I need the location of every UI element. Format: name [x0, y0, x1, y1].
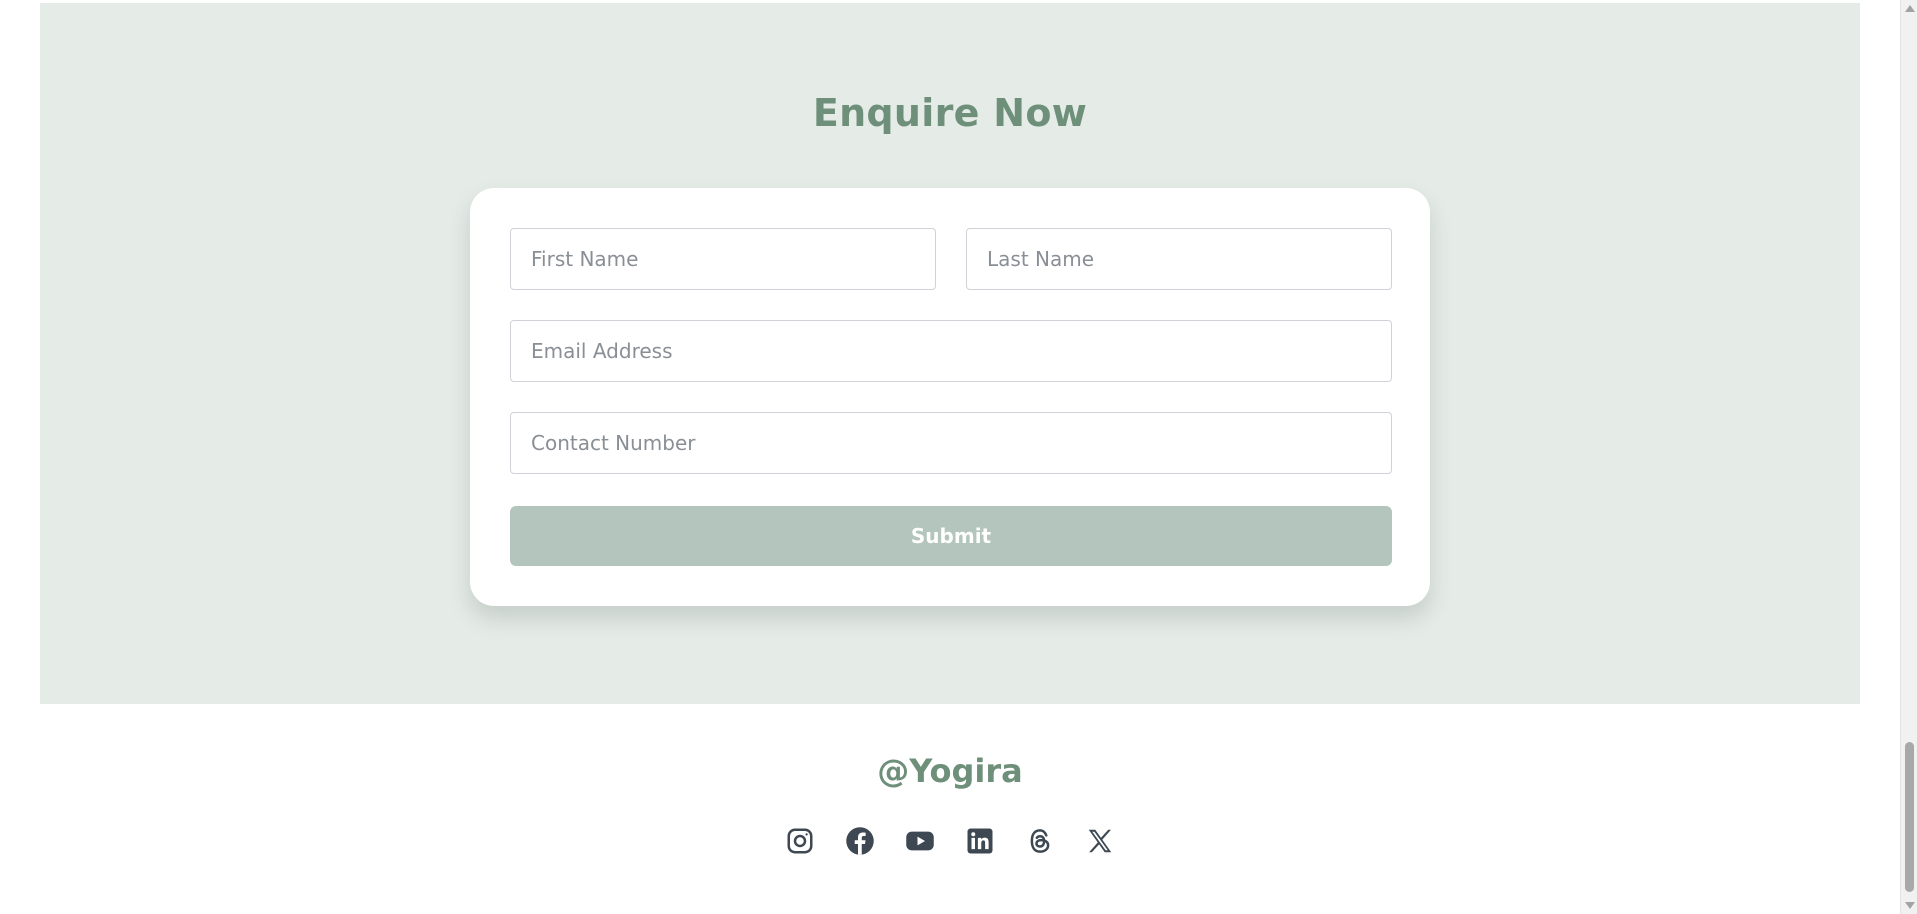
social-links: [40, 826, 1860, 860]
enquiry-form: Submit: [470, 188, 1430, 606]
instagram-link[interactable]: [785, 826, 815, 856]
submit-button[interactable]: Submit: [510, 506, 1392, 566]
x-icon: [1088, 829, 1112, 853]
threads-link[interactable]: [1025, 826, 1055, 856]
youtube-icon: [906, 831, 934, 851]
linkedin-link[interactable]: [965, 826, 995, 856]
enquire-title: Enquire Now: [812, 91, 1088, 135]
email-input[interactable]: [510, 320, 1392, 382]
vertical-scrollbar[interactable]: [1900, 0, 1917, 914]
enquire-section: Enquire Now Submit: [40, 3, 1860, 704]
youtube-link[interactable]: [905, 826, 935, 856]
threads-icon: [1030, 829, 1050, 853]
linkedin-icon: [967, 828, 993, 854]
facebook-link[interactable]: [845, 826, 875, 856]
page: Enquire Now Submit @Yogira: [0, 0, 1900, 914]
contact-number-input[interactable]: [510, 412, 1392, 474]
last-name-input[interactable]: [966, 228, 1392, 290]
first-name-input[interactable]: [510, 228, 936, 290]
scrollbar-thumb[interactable]: [1905, 742, 1914, 892]
facebook-icon: [846, 827, 874, 855]
scroll-down-arrow-icon[interactable]: [1905, 902, 1915, 909]
x-link[interactable]: [1085, 826, 1115, 856]
instagram-icon: [787, 828, 813, 854]
brand-handle: @Yogira: [877, 752, 1023, 790]
scroll-up-arrow-icon[interactable]: [1905, 5, 1915, 12]
